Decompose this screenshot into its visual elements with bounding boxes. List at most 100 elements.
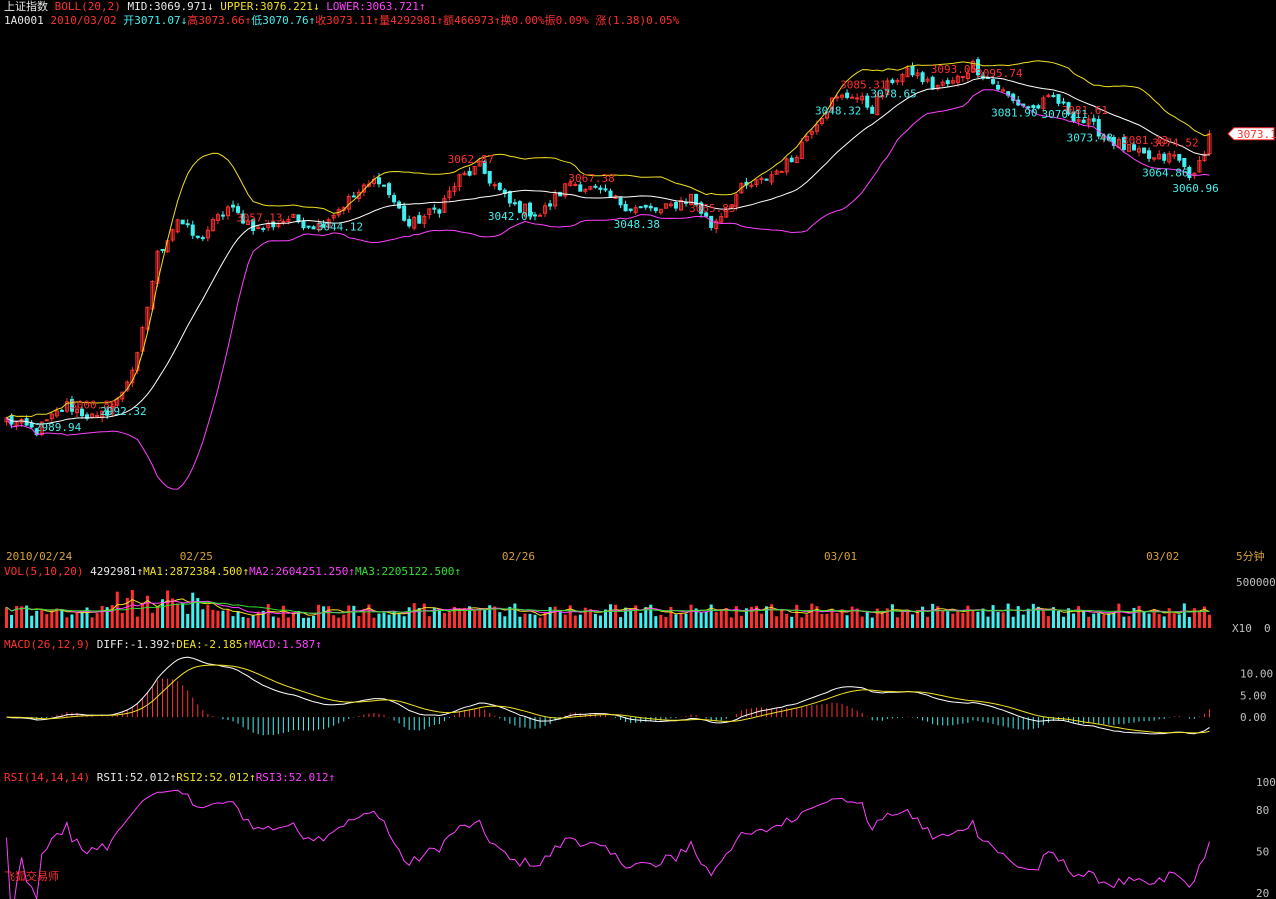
volume-bar [427,616,431,628]
volume-bar [1077,606,1081,628]
volume-bar [890,604,894,628]
rsi-header: RSI(14,14,14) RSI1:52.012↑RSI2:52.012↑RS… [4,771,336,784]
volume-bar [739,615,743,628]
candle-body [376,177,381,185]
high-price-label: 3057.13 [236,211,282,224]
volume-bar [790,616,794,628]
volume-bar [322,606,326,628]
volume-bar [276,617,280,628]
volume-bar [5,607,9,628]
candle-body [1162,153,1167,161]
volume-bar [437,608,441,628]
volume-bar [100,605,104,628]
volume-bar [991,605,995,628]
volume-bar [1062,616,1066,628]
volume-bar [327,606,331,628]
candle-body [578,184,583,192]
volume-bar [684,613,688,628]
boll-lower-line [6,89,1210,490]
rsi-label: RSI(14,14,14) [4,771,91,784]
candle-body [608,190,613,198]
volume-bar [271,616,275,628]
volume-bar [905,609,909,628]
turnover-value: 换0.00% [500,14,545,27]
volume-bar [483,610,487,628]
volume-bar [1147,613,1151,628]
volume-bar [382,612,386,628]
volume-bar [1197,611,1201,628]
volume-bar [795,604,799,628]
volume-bar [895,617,899,628]
volume-bar [397,614,401,628]
high-price-label: 3065.83 [689,202,735,215]
rsi-tick: 50 [1256,845,1269,858]
volume-bar [458,608,462,628]
vol-ma2: MA2:2604251.250 [249,565,349,578]
volume-bar [206,604,210,628]
low-price-label: 3081.90 [991,107,1037,120]
volume-bar [729,617,733,628]
volume-bar [1172,613,1176,628]
macd-header: MACD(26,12,9) DIFF:-1.392↑DEA:-2.185↑MAC… [4,638,322,651]
volume-bar [1187,617,1191,628]
volume-bar [629,609,633,628]
rsi2-value: RSI2:52.012 [176,771,250,784]
volume-bar [221,610,225,628]
volume-bar [1041,610,1045,628]
candle-body [648,205,653,209]
volume-bar [1072,613,1076,628]
volume-bar [865,612,869,628]
volume-bar [45,614,49,628]
candle-body [195,235,200,238]
candle-body [855,97,860,100]
volume-bar [1006,603,1010,628]
macd-tick: 5.00 [1240,689,1267,702]
vol-ma3: MA3:2205122.500 [355,565,455,578]
volume-bar [357,616,361,628]
candle-body [200,237,205,240]
candle-body [960,75,965,78]
volume-bar [201,609,205,628]
volume-bar [538,617,542,628]
candle-body [593,185,598,188]
candle-body [1051,95,1056,98]
candle-body [890,79,895,83]
current-price-tag: 3073.1 [1237,128,1276,141]
candle-body [180,219,185,225]
volume-bar [60,609,64,628]
volume-bar [825,613,829,628]
volume-bar [780,610,784,628]
volume-bar [90,617,94,628]
volume-bar [900,610,904,628]
volume-bar [226,609,230,628]
volume-bar [301,617,305,628]
symbol-name: 上证指数 [4,0,48,13]
volume-bar [1207,614,1211,628]
volume-bar [619,617,623,628]
candle-body [231,204,236,208]
volume-bar [614,604,618,628]
volume-bar [870,617,874,628]
volume-value: 量4292981 [379,14,437,27]
volume-bar [724,608,728,628]
candle-body [392,195,397,203]
candle-body [1177,153,1182,161]
low-price-label: 3078.65 [870,87,916,100]
candle-body [789,157,794,163]
volume-bar [719,609,723,628]
high-price-label: 3074.52 [1152,137,1198,150]
volume-bar [166,590,170,628]
volume-bar [1056,611,1060,628]
volume-bar [216,610,220,628]
volume-bar [946,611,950,628]
volume-bar [312,615,316,628]
volume-bar [156,606,160,628]
candle-body [1142,147,1147,154]
volume-bar [211,609,215,628]
volume-bar [20,606,24,628]
volume-bar [603,609,607,628]
chart-canvas[interactable]: 3000.803057.133062.873067.383065.833085.… [0,0,1276,899]
volume-bar [1167,608,1171,628]
low-price-label: 3060.96 [1172,182,1218,195]
volume-bar [593,613,597,628]
